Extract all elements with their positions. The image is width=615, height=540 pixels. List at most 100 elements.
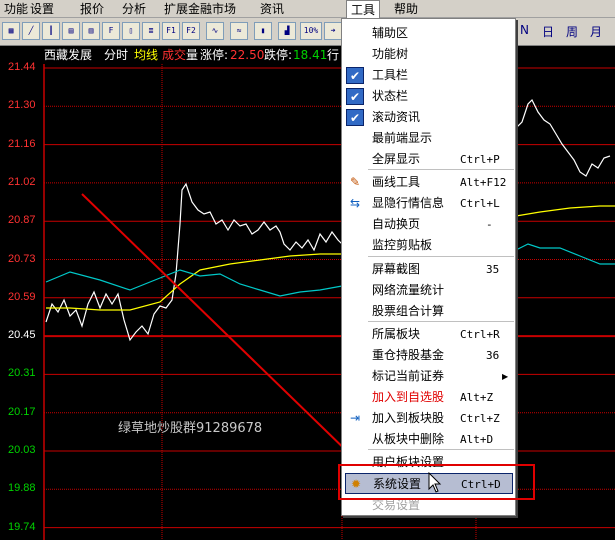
- toolbar-wave-icon[interactable]: ≈: [230, 22, 248, 40]
- menu-item-5[interactable]: 最前端显示: [342, 128, 515, 149]
- menu-item-1[interactable]: 功能树: [342, 44, 515, 65]
- menu-item-shortcut: 36: [486, 349, 500, 362]
- menu-item-14[interactable]: 所属板块 Ctrl+R: [342, 324, 515, 345]
- menu-item-shortcut: Ctrl+Z: [460, 412, 500, 425]
- menu-item-18[interactable]: ⇥ 加入到板块股 Ctrl+Z: [342, 408, 515, 429]
- toolbar-f1-button[interactable]: F1: [162, 22, 180, 40]
- toolbar-trend-icon[interactable]: ∿: [206, 22, 224, 40]
- menu-item-shortcut: 35: [486, 263, 500, 276]
- menu-item-6[interactable]: 全屏显示 Ctrl+P: [342, 149, 515, 170]
- menu-item-10[interactable]: 监控剪贴板: [342, 235, 515, 256]
- period-week-button[interactable]: 周: [566, 23, 578, 40]
- menu-item-13[interactable]: 股票组合计算: [342, 301, 515, 322]
- menubar: 功能 设置 报价 分析 扩展金融市场 资讯 工具 帮助: [0, 0, 615, 19]
- volume-label-b: 量: [186, 48, 199, 62]
- menu-item-shortcut: Alt+D: [460, 433, 494, 446]
- toggle-info-icon: ⇆: [349, 196, 361, 210]
- menu-item-shortcut: Ctrl+R: [460, 328, 500, 341]
- menu-item-label: 全屏显示: [372, 152, 421, 166]
- price-axis-label: 19.88: [8, 482, 36, 495]
- price-axis-label: 20.17: [8, 405, 36, 418]
- toolbar-table-icon[interactable]: ▥: [82, 22, 100, 40]
- price-line: [45, 182, 343, 342]
- menu-item-19[interactable]: 从板块中删除 Alt+D: [342, 429, 515, 450]
- chart-info-bar: 西藏发展 分时 均线 成交 量 涨停: 22.50 跌停: 18.41 行: [0, 46, 615, 64]
- menu-item-17[interactable]: 加入到自选股 Alt+Z: [342, 387, 515, 408]
- menu-item-shortcut: Alt+Z: [460, 391, 494, 404]
- menu-analysis[interactable]: 分析: [118, 0, 150, 18]
- menu-item-label: 监控剪贴板: [372, 238, 433, 252]
- menu-help[interactable]: 帮助: [390, 0, 422, 18]
- menu-item-12[interactable]: 网络流量统计: [342, 280, 515, 301]
- menu-item-16[interactable]: 标记当前证券 ▶: [342, 366, 515, 387]
- price-line-right: [515, 98, 611, 177]
- menu-item-label: 辅助区: [372, 26, 409, 40]
- menu-item-9[interactable]: 自动换页 -: [342, 214, 515, 235]
- menu-item-4[interactable]: ✔ 滚动资讯: [342, 107, 515, 128]
- menu-item-label: 股票组合计算: [372, 304, 445, 318]
- toolbar-grid-icon[interactable]: ▦: [2, 22, 20, 40]
- price-axis-label: 20.59: [8, 290, 36, 303]
- menu-item-2[interactable]: ✔ 工具栏: [342, 65, 515, 86]
- check-icon: ✔: [346, 109, 364, 126]
- toolbar-chart-icon[interactable]: ▟: [278, 22, 296, 40]
- limit-up-label: 涨停:: [200, 48, 229, 62]
- chart-type-label: 分时: [104, 48, 129, 62]
- price-axis-label: 21.44: [8, 61, 36, 73]
- toolbar-doc-icon[interactable]: ▤: [62, 22, 80, 40]
- menu-item-0[interactable]: 辅助区: [342, 23, 515, 44]
- menu-separator: [368, 256, 514, 257]
- menu-item-shortcut: Ctrl+P: [460, 153, 500, 166]
- menu-news[interactable]: 资讯: [256, 0, 288, 18]
- period-month-button[interactable]: 月: [590, 23, 602, 40]
- toolbar-page-icon[interactable]: ▯: [122, 22, 140, 40]
- cyan-line-right: [515, 243, 615, 265]
- menu-settings[interactable]: 设置: [26, 0, 58, 18]
- menu-item-label: 显隐行情信息: [372, 196, 445, 210]
- menu-item-label: 滚动资讯: [372, 110, 421, 124]
- toolbar-line-chart-icon[interactable]: ╱: [22, 22, 40, 40]
- watermark: 绿草地炒股群91289678: [118, 421, 262, 436]
- infobar-trailing: 行: [327, 48, 340, 62]
- menu-tools[interactable]: 工具: [346, 0, 381, 19]
- limit-down-value: 18.41: [293, 48, 328, 62]
- menu-item-label: 工具栏: [372, 68, 409, 82]
- price-axis-label: 20.03: [8, 444, 36, 456]
- price-axis-label: 19.74: [8, 520, 36, 533]
- menu-item-label: 最前端显示: [372, 131, 433, 145]
- toolbar-bars-icon[interactable]: ▮: [254, 22, 272, 40]
- limit-down-label: 跌停:: [264, 48, 293, 62]
- menu-item-label: 自动换页: [372, 217, 421, 231]
- mouse-cursor-icon: [428, 472, 442, 493]
- toolbar-10pct-button[interactable]: 10%: [300, 22, 322, 40]
- menu-item-label: 标记当前证券: [372, 369, 445, 383]
- price-axis-label: 21.16: [8, 137, 36, 150]
- toolbar-list-icon[interactable]: ≣: [142, 22, 160, 40]
- check-icon: ✔: [346, 67, 364, 84]
- menu-item-label: 加入到板块股: [372, 411, 445, 425]
- toolbar-candle-icon[interactable]: ┃: [42, 22, 60, 40]
- period-n-button[interactable]: N: [520, 23, 529, 37]
- avg-line-right: [515, 205, 615, 217]
- menu-extended-market[interactable]: 扩展金融市场: [160, 0, 240, 18]
- menu-quote[interactable]: 报价: [76, 0, 108, 18]
- period-day-button[interactable]: 日: [542, 23, 554, 40]
- toolbar-f10-icon[interactable]: F: [102, 22, 120, 40]
- toolbar-f2-button[interactable]: F2: [182, 22, 200, 40]
- menu-item-label: 屏幕截图: [372, 262, 421, 276]
- menu-item-8[interactable]: ⇆ 显隐行情信息 Ctrl+L: [342, 193, 515, 214]
- add-to-block-icon: ⇥: [349, 411, 361, 425]
- price-axis-label: 20.73: [8, 252, 36, 265]
- price-axis-label: 21.30: [8, 99, 36, 112]
- menu-item-11[interactable]: 屏幕截图 35: [342, 259, 515, 280]
- volume-label-a: 成交: [162, 48, 187, 62]
- menu-item-7[interactable]: ✎ 画线工具 Alt+F12: [342, 172, 515, 193]
- menu-item-label: 从板块中删除: [372, 432, 445, 446]
- menu-item-15[interactable]: 重仓持股基金 36: [342, 345, 515, 366]
- toolbar-arrow-icon[interactable]: ➜: [324, 22, 342, 40]
- menu-item-label: 重仓持股基金: [372, 348, 445, 362]
- submenu-arrow-icon: ▶: [502, 372, 509, 381]
- avg-line-label: 均线: [134, 48, 159, 62]
- cyan-line: [45, 269, 343, 297]
- menu-item-3[interactable]: ✔ 状态栏: [342, 86, 515, 107]
